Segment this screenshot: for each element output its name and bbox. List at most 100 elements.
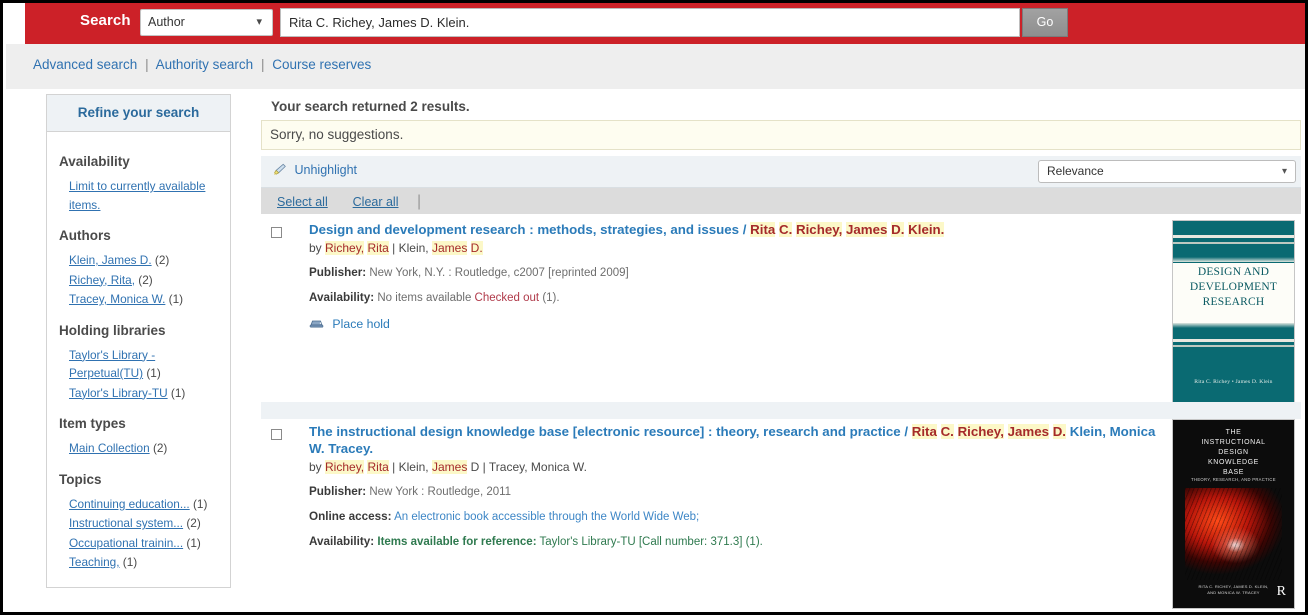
chevron-down-icon: ▾ xyxy=(1281,166,1287,177)
result-checkbox[interactable] xyxy=(271,429,282,440)
go-button[interactable]: Go xyxy=(1022,8,1068,37)
search-index-value: Author xyxy=(148,15,185,29)
sort-select[interactable]: Relevance ▾ xyxy=(1038,160,1296,183)
secondary-nav: Advanced search | Authority search | Cou… xyxy=(6,44,1305,89)
nav-authority-search[interactable]: Authority search xyxy=(156,57,254,72)
cover-title-line: DESIGN xyxy=(1218,449,1249,456)
cover-artwork xyxy=(1185,488,1282,580)
publisher-logo: R xyxy=(1276,584,1286,599)
facet-link-topic-instructional-system[interactable]: Instructional system... xyxy=(69,516,183,530)
cover-title-line: RESEARCH xyxy=(1202,296,1265,308)
nav-course-reserves[interactable]: Course reserves xyxy=(272,57,371,72)
result-row: The instructional design knowledge base … xyxy=(261,419,1301,612)
byline-highlight: Rita xyxy=(367,241,389,255)
clear-all-link[interactable]: Clear all xyxy=(353,195,399,209)
facet-item: Tracey, Monica W. (1) xyxy=(69,290,218,309)
facet-link-library-perpetual[interactable]: Taylor's Library - Perpetual(TU) xyxy=(69,348,155,381)
facet-link-author-klein[interactable]: Klein, James D. xyxy=(69,253,152,267)
place-hold-button[interactable]: Place hold xyxy=(309,317,1169,331)
selection-bar: Select all Clear all | xyxy=(261,188,1301,214)
title-highlight: Rita xyxy=(750,222,776,237)
book-cover-thumbnail[interactable]: DESIGN AND DEVELOPMENT RESEARCH Rita C. … xyxy=(1172,220,1295,408)
facet-group-topics: Topics Continuing education... (1) Instr… xyxy=(47,472,230,572)
result-checkbox[interactable] xyxy=(271,227,282,238)
facet-group-authors: Authors Klein, James D. (2) Richey, Rita… xyxy=(47,228,230,309)
facet-item: Richey, Rita, (2) xyxy=(69,271,218,290)
result-title-text: Design and development research : method… xyxy=(309,222,751,237)
availability-count: (1). xyxy=(542,292,560,304)
online-access-link[interactable]: An electronic book accessible through th… xyxy=(394,511,699,523)
facet-link-topic-continuing-education[interactable]: Continuing education... xyxy=(69,497,190,511)
byline-highlight: D. xyxy=(470,241,483,255)
facet-item: Occupational trainin... (1) xyxy=(69,534,218,553)
facet-link-topic-teaching[interactable]: Teaching, xyxy=(69,555,120,569)
catalog-search-results-page: Search Author ▾ Go Advanced search | Aut… xyxy=(0,0,1308,615)
nav-separator-2: | xyxy=(260,57,265,72)
publisher-value: New York, N.Y. : Routledge, c2007 [repri… xyxy=(369,267,629,279)
title-highlight: James xyxy=(1007,424,1049,439)
facet-count: (2) xyxy=(138,272,153,287)
facet-count: (2) xyxy=(154,253,170,267)
result-separator xyxy=(261,402,1301,419)
title-highlight: C. xyxy=(940,424,954,439)
publisher-label: Publisher: xyxy=(309,266,367,279)
nav-advanced-search[interactable]: Advanced search xyxy=(33,57,137,72)
results-summary: Your search returned 2 results. xyxy=(271,99,470,114)
search-index-select[interactable]: Author ▾ xyxy=(140,9,273,36)
result-byline: by Richey, Rita | Klein, James D | Trace… xyxy=(309,459,1169,475)
facet-item: Taylor's Library-TU (1) xyxy=(69,384,218,403)
facet-item: Limit to currently available items. xyxy=(69,177,218,214)
cover-title: THE INSTRUCTIONAL DESIGN KNOWLEDGE BASE xyxy=(1173,428,1294,478)
facet-link-library-tu[interactable]: Taylor's Library-TU xyxy=(69,386,168,400)
facet-count: (1) xyxy=(122,555,138,569)
unhighlight-button[interactable]: Unhighlight xyxy=(273,163,357,177)
facet-count: (2) xyxy=(152,441,168,455)
facet-count: (2) xyxy=(186,516,201,530)
toolbar-divider: | xyxy=(416,193,422,210)
result-publisher: Publisher: New York : Routledge, 2011 xyxy=(309,484,1169,500)
byline-plain: | Klein, xyxy=(388,241,429,255)
facet-link-author-richey[interactable]: Richey, Rita, xyxy=(69,273,135,287)
result-title-link[interactable]: The instructional design knowledge base … xyxy=(309,423,1169,457)
select-all-link[interactable]: Select all xyxy=(277,195,328,209)
availability-status: Checked out xyxy=(474,292,540,304)
search-label: Search xyxy=(80,12,131,29)
cover-title-line: KNOWLEDGE xyxy=(1208,459,1259,466)
byline-plain: | Klein, xyxy=(388,460,429,474)
facet-link-limit-available[interactable]: Limit to currently available items. xyxy=(69,179,205,212)
facet-item: Klein, James D. (2) xyxy=(69,251,218,270)
byline-highlight: Rita xyxy=(367,460,389,474)
cover-title-line: THE xyxy=(1225,429,1242,436)
facet-group-holding-libraries: Holding libraries Taylor's Library - Per… xyxy=(47,323,230,403)
facet-item: Instructional system... (2) xyxy=(69,514,218,533)
facet-link-topic-occupational-training[interactable]: Occupational trainin... xyxy=(69,536,183,550)
availability-prefix: No items available xyxy=(377,292,475,304)
result-title-link[interactable]: Design and development research : method… xyxy=(309,221,1169,238)
chevron-down-icon: ▾ xyxy=(256,16,262,28)
cover-title-line: DESIGN AND xyxy=(1197,266,1270,278)
sidebar-title: Refine your search xyxy=(47,95,230,132)
title-highlight: Klein. xyxy=(908,222,945,237)
book-cover-thumbnail[interactable]: THE INSTRUCTIONAL DESIGN KNOWLEDGE BASE … xyxy=(1172,419,1295,609)
facet-item: Taylor's Library - Perpetual(TU) (1) xyxy=(69,346,218,383)
online-access-label: Online access: xyxy=(309,510,392,523)
by-label: by xyxy=(309,460,326,474)
facet-count: (1) xyxy=(192,496,208,511)
facet-group-item-types: Item types Main Collection (2) xyxy=(47,416,230,458)
results-toolbar: Unhighlight Relevance ▾ xyxy=(261,156,1301,188)
unhighlight-label: Unhighlight xyxy=(294,163,358,177)
by-label: by xyxy=(309,241,326,255)
publisher-value: New York : Routledge, 2011 xyxy=(369,486,512,498)
byline-highlight: James xyxy=(431,460,468,474)
byline-plain: D | Tracey, Monica W. xyxy=(470,460,587,474)
facet-link-main-collection[interactable]: Main Collection xyxy=(69,441,150,455)
facet-item: Main Collection (2) xyxy=(69,439,218,458)
availability-status: Items available for reference: xyxy=(377,536,537,548)
result-publisher: Publisher: New York, N.Y. : Routledge, c… xyxy=(309,265,1169,281)
facet-title-topics: Topics xyxy=(59,471,102,487)
byline-highlight: Richey, xyxy=(325,460,365,474)
availability-value: Taylor's Library-TU [Call number: 371.3]… xyxy=(536,536,763,548)
search-input[interactable] xyxy=(280,8,1020,37)
facet-link-author-tracey[interactable]: Tracey, Monica W. xyxy=(69,292,165,306)
suggestions-box: Sorry, no suggestions. xyxy=(261,120,1301,150)
